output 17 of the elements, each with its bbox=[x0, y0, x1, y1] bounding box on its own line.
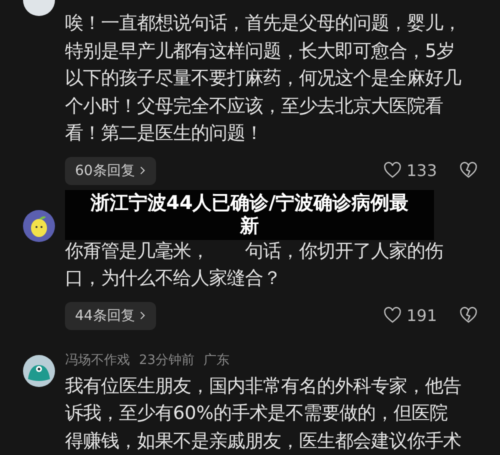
replies-button[interactable]: 60条回复 bbox=[65, 156, 156, 184]
like-count: 133 bbox=[406, 161, 437, 180]
comment-time: 23分钟前 bbox=[139, 352, 195, 368]
username[interactable]: 冯场不作戏 bbox=[65, 350, 130, 368]
heart-icon[interactable] bbox=[383, 306, 402, 325]
replies-button[interactable]: 44条回复 bbox=[65, 302, 156, 330]
broken-heart-icon[interactable] bbox=[459, 161, 478, 180]
broken-heart-icon[interactable] bbox=[459, 306, 478, 325]
comment-text: 唉！一直都想说句话，首先是父母的问题，婴儿， 特别是早产儿都有这样问题，长大即可愈合，5岁 以下的孩子尽量不要打麻药，何况这个是全麻好几 个小时！父母完全不应该，至少去北京大医院看 看！第二是医生的问题！ bbox=[65, 12, 462, 146]
comment-text: 我有位医生朋友，国内非常有名的外科专家，他告 诉我，至少有60%的手术是不需要做的，但医院 得赚钱，如果不是亲戚朋友，医生都会建议你手术 bbox=[65, 374, 462, 454]
heart-icon[interactable] bbox=[383, 161, 402, 180]
avatar-icon[interactable] bbox=[23, 210, 55, 242]
avatar-icon[interactable] bbox=[23, 354, 55, 386]
headline-banner: 浙江宁波44人已确诊/宁波确诊病例最新 bbox=[65, 190, 434, 240]
comment-location: 广东 bbox=[204, 352, 230, 368]
like-count: 191 bbox=[406, 306, 437, 325]
comment-text: 你甭管是几毫米， 句话，你切开了人家的伤 口，为什么不给人家缝合？ bbox=[65, 240, 444, 291]
